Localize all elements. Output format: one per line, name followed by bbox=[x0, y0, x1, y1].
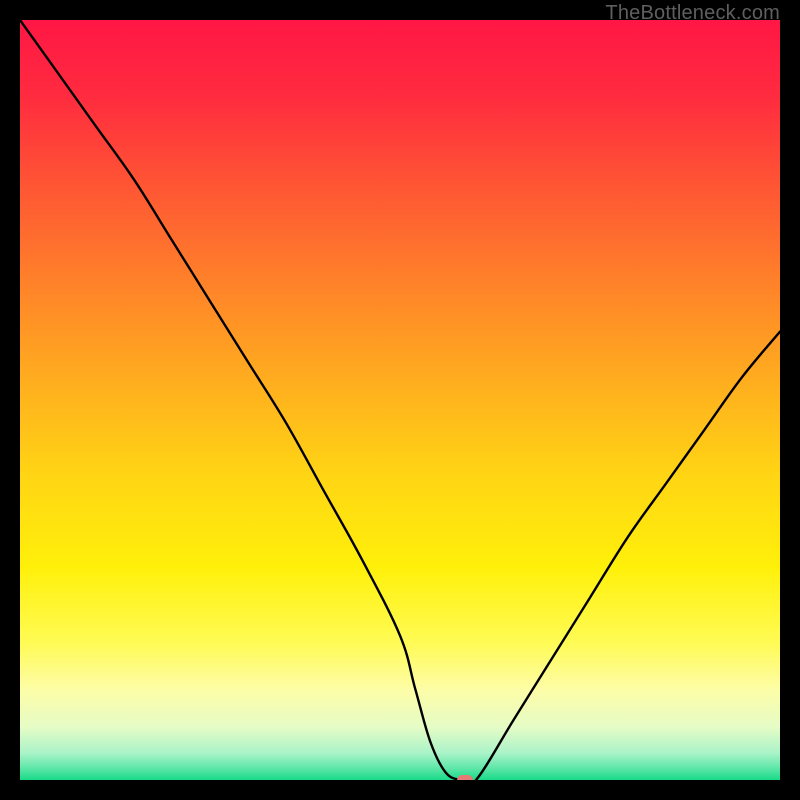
chart-svg bbox=[20, 20, 780, 780]
watermark-text: TheBottleneck.com bbox=[605, 2, 780, 25]
chart-frame: TheBottleneck.com bbox=[0, 0, 800, 800]
optimal-point-marker bbox=[457, 775, 473, 780]
gradient-background bbox=[20, 20, 780, 780]
plot-area bbox=[20, 20, 780, 780]
